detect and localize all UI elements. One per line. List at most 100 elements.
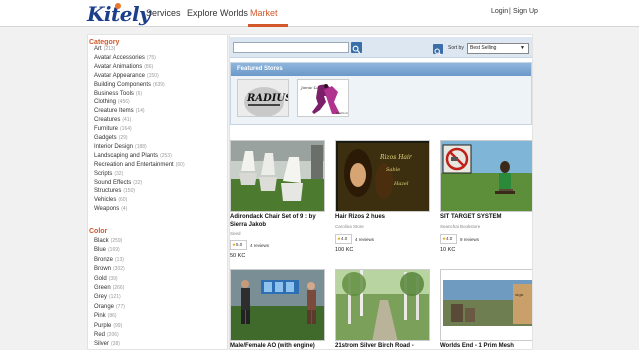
color-count: (77) [116,303,125,310]
product-thumbnail[interactable] [335,269,430,341]
search-toolbar: Sort by Best Selling ▼ [230,37,532,58]
product-title[interactable]: Male/Female AO (with engine) [230,342,325,349]
color-item[interactable]: Bronze (13) [94,256,124,264]
category-item[interactable]: Sound Effects (32) [94,179,142,187]
category-item[interactable]: Furniture (164) [94,125,132,133]
category-count: (60) [175,161,185,168]
category-count: (29) [118,135,128,141]
category-count: (41) [122,117,132,124]
product-title[interactable]: SIT TARGET SYSTEM [440,213,532,221]
product-title[interactable]: Worlds End - 1 Prim Mesh [440,342,532,349]
category-item[interactable]: Art (213) [94,45,115,53]
category-count: (213) [103,46,116,52]
product-store[interactable]: Seed [230,231,241,236]
category-item[interactable]: Landscaping and Plants (253) [94,152,172,160]
category-label: Creature Items [94,108,134,115]
category-count: (86) [144,63,154,70]
svg-text:Rizos Hair: Rizos Hair [379,154,413,161]
category-count: (639) [153,81,165,88]
category-count: (164) [120,126,132,133]
category-item[interactable]: Creature Items (14) [94,107,145,115]
color-item[interactable]: Grey (121) [94,293,121,301]
color-heading: Color [89,228,108,235]
category-item[interactable]: Vehicles (60) [94,196,127,204]
category-label: Vehicles [94,197,117,204]
color-item[interactable]: Pink (86) [94,312,117,320]
category-count: (4) [121,206,128,213]
category-label: Art [94,46,102,52]
color-item[interactable]: Green (266) [94,284,124,292]
category-item[interactable]: Gadgets (29) [94,134,128,142]
product-thumbnail[interactable] [230,140,325,212]
color-item[interactable]: Blue (169) [94,246,120,254]
category-label: Avatar Appearance [94,72,145,79]
product-price: 50 KC [230,253,246,259]
category-item[interactable]: Building Components (639) [94,81,165,89]
review-count[interactable]: 4 reviews [250,243,269,248]
category-item[interactable]: Weapons (4) [94,205,127,213]
category-item[interactable]: Avatar Animations (86) [94,63,153,71]
category-item[interactable]: Business Tools (6) [94,90,142,98]
rating-badge: ★4.0 [440,234,457,244]
signup-link[interactable]: Sign Up [513,8,538,15]
color-count: (38) [111,341,120,348]
search-button[interactable] [351,42,362,54]
logo-dot-icon [115,3,121,9]
color-label: Orange [94,303,115,310]
color-count: (121) [109,294,121,301]
nav-active-indicator [248,24,288,27]
color-item[interactable]: Black (259) [94,237,122,245]
nav-services[interactable]: Services [146,8,181,18]
product-thumbnail[interactable]: Rizos Hair Sable Hazel [335,140,430,212]
product-title[interactable]: 21strom Silver Birch Road - [335,342,430,349]
top-header: Kitely Services Explore Worlds Market Lo… [0,0,639,27]
category-item[interactable]: Creatures (41) [94,116,131,124]
category-count: (6) [135,90,143,97]
product-title[interactable]: Hair Rizos 2 hues [335,213,430,221]
svg-text:Hazel: Hazel [393,181,409,187]
featured-store-fashion[interactable]: Jamie Lee Fashion [297,79,349,117]
product-thumbnail[interactable]: sign [440,269,532,341]
color-item[interactable]: Silver (38) [94,340,120,348]
product-store[interactable]: Carolina Store [335,224,364,229]
advanced-search-button[interactable] [433,44,443,56]
category-item[interactable]: Avatar Appearance (150) [94,72,159,80]
svg-text:Fashion: Fashion [335,111,348,115]
color-count: (259) [110,238,123,244]
color-item[interactable]: Brown (302) [94,265,125,273]
featured-store-radius[interactable]: RADIUS [237,79,289,117]
color-item[interactable]: Red (206) [94,331,119,339]
color-item[interactable]: Orange (77) [94,303,125,311]
category-item[interactable]: Structures (150) [94,187,135,195]
category-item[interactable]: Recreation and Entertainment (60) [94,161,185,169]
color-label: Silver [94,341,110,348]
nav-explore-worlds[interactable]: Explore Worlds [187,8,248,18]
search-input[interactable] [233,42,349,53]
category-item[interactable]: Clothing (456) [94,98,130,106]
category-item[interactable]: Avatar Accessories (75) [94,54,156,62]
color-count: (39) [108,275,118,282]
rating-value: 4.0 [341,236,348,241]
review-count[interactable]: 4 reviews [355,237,374,242]
product-title[interactable]: Adirondack Chair Set of 9 : by Sierra Ja… [230,213,325,229]
category-label: Building Components [94,81,152,88]
product-thumbnail[interactable] [230,269,325,341]
product-thumbnail[interactable] [440,140,532,212]
category-label: Sound Effects [94,179,132,186]
kitely-logo[interactable]: Kitely [87,2,151,26]
color-item[interactable]: Gold (39) [94,275,118,283]
login-link[interactable]: Login [491,8,508,15]
category-label: Clothing [94,99,117,106]
review-count[interactable]: 9 reviews [460,237,479,242]
nav-market[interactable]: Market [250,8,278,18]
category-item[interactable]: Interior Design (188) [94,143,147,151]
rating-badge: ★5.0 [230,240,247,250]
category-item[interactable]: Scripts (32) [94,170,123,178]
category-label: Gadgets [94,135,117,141]
product-store[interactable]: Seanchai Bookstore [440,224,480,229]
category-count: (456) [118,99,130,106]
color-label: Grey [94,294,108,301]
sort-select[interactable]: Best Selling ▼ [467,43,529,54]
category-label: Scripts [94,170,113,177]
color-item[interactable]: Purple (99) [94,322,122,330]
